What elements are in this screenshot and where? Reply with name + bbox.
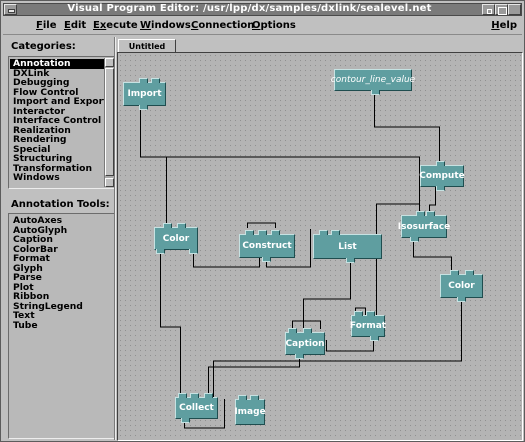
wire-import-isosurface: [140, 108, 420, 215]
wire-contour-compute: [374, 91, 440, 165]
program-canvas[interactable]: Import contour_line_value Compute Isosur…: [118, 53, 522, 440]
categories-label: Categories:: [11, 41, 76, 52]
module-color-left[interactable]: Color: [154, 223, 198, 254]
app-window: Visual Program Editor: /usr/lpp/dx/sampl…: [0, 0, 525, 442]
module-image[interactable]: Image: [234, 395, 266, 425]
panel-divider[interactable]: [114, 37, 116, 440]
module-collect[interactable]: Collect: [175, 393, 218, 423]
module-color-right[interactable]: Color: [440, 270, 483, 302]
wire-color1-collect: [160, 250, 181, 397]
tab-untitled[interactable]: Untitled: [118, 39, 176, 53]
module-construct[interactable]: Construct: [239, 230, 295, 262]
scroll-up-arrow-icon[interactable]: [105, 58, 114, 67]
module-isosurface[interactable]: Isosurface: [398, 211, 450, 242]
menu-help[interactable]: Help: [491, 20, 517, 31]
menu-bar: File Edit Execute Windows Connection Opt…: [3, 17, 522, 35]
tools-list[interactable]: AutoAxes AutoGlyph Caption ColorBar Format Gl…: [8, 213, 116, 439]
wire-isosurface-color2: [413, 238, 452, 274]
menu-edit[interactable]: Edit: [64, 20, 86, 31]
wire-construct-loop: [247, 222, 276, 228]
menu-options[interactable]: Options: [252, 20, 296, 31]
wire-list-caption: [303, 259, 351, 329]
menu-execute[interactable]: Execute: [93, 20, 138, 31]
category-item[interactable]: Windows: [10, 173, 108, 183]
wire-color2-collect: [213, 295, 462, 397]
module-compute[interactable]: Compute: [419, 161, 465, 191]
categories-list[interactable]: Annotation DXLink Debugging Flow Control Imp…: [8, 56, 116, 189]
close-button[interactable]: [508, 4, 521, 15]
wire-format-caption: [326, 337, 374, 352]
menu-connection[interactable]: Connection: [191, 20, 254, 31]
minimize-button[interactable]: [482, 4, 495, 15]
title-bar[interactable]: Visual Program Editor: /usr/lpp/dx/sampl…: [3, 3, 522, 16]
tools-label: Annotation Tools:: [11, 199, 110, 210]
scroll-down-arrow-icon[interactable]: [105, 178, 114, 187]
scroll-thumb[interactable]: [105, 68, 114, 176]
canvas-frame: Import contour_line_value Compute Isosur…: [117, 52, 523, 441]
categories-scrollbar[interactable]: [104, 58, 114, 187]
module-contour-line-value[interactable]: contour_line_value: [331, 69, 415, 95]
window-title: Visual Program Editor: /usr/lpp/dx/sampl…: [67, 3, 432, 14]
tool-item[interactable]: Tube: [10, 320, 83, 331]
maximize-button[interactable]: [495, 4, 508, 15]
module-format[interactable]: Format: [350, 311, 386, 341]
module-caption[interactable]: Caption: [285, 328, 325, 359]
menu-file[interactable]: File: [36, 20, 56, 31]
wire-caption-collect: [208, 351, 300, 397]
module-import[interactable]: Import: [123, 78, 166, 110]
module-list[interactable]: List: [313, 230, 382, 263]
wire-import-color1: [140, 108, 167, 227]
window-menu-button[interactable]: [4, 4, 17, 15]
menu-windows[interactable]: Windows: [140, 20, 191, 31]
